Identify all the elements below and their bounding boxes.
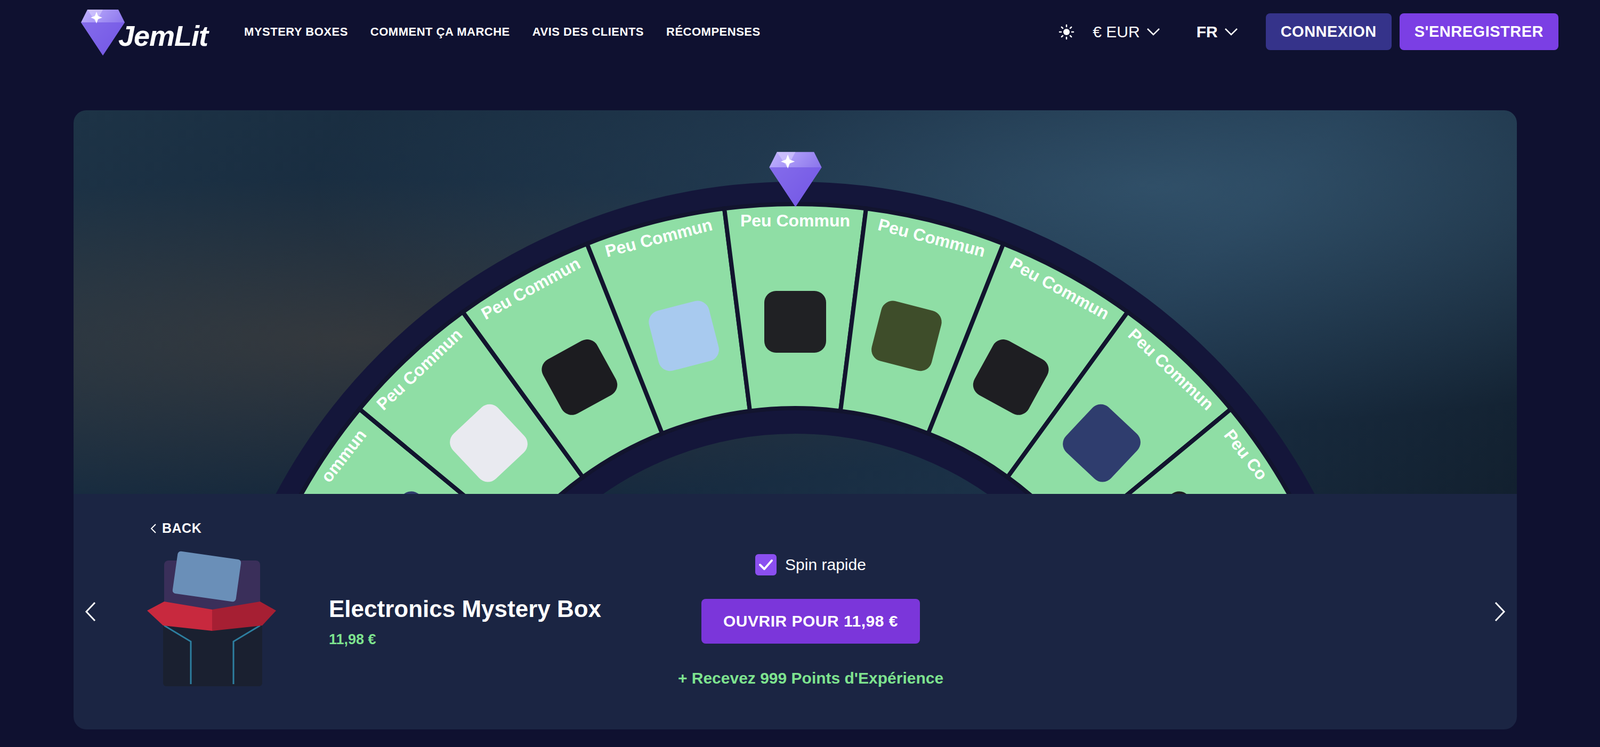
segment-label: Peu Commun <box>1124 324 1218 414</box>
fast-spin-label[interactable]: Spin rapide <box>785 555 867 575</box>
chevron-right-icon[interactable] <box>1493 601 1507 623</box>
logo[interactable]: JemLit <box>79 5 208 59</box>
back-link[interactable]: BACK <box>142 520 1494 537</box>
nav-right: € EUR FR CONNEXIONS'ENREGISTRER <box>1058 13 1559 51</box>
language-label[interactable]: FR <box>1196 22 1218 42</box>
product-image <box>537 335 622 420</box>
top-nav: JemLit MYSTERY BOXES COMMENT ÇA MARCHE AVIS… <box>0 0 1600 64</box>
wheel-segment: Peu Commun <box>586 208 750 434</box>
open-controls: Spin rapide OUVRIR POUR 11,98 € + Recevez … <box>661 554 960 688</box>
fast-spin-checkbox[interactable] <box>755 554 777 576</box>
segment-label: Peu Commun <box>478 253 584 324</box>
open-button[interactable]: OUVRIR POUR 11,98 € <box>701 599 920 644</box>
next-box[interactable] <box>1493 494 1507 730</box>
segment-label: Peu Commun <box>602 214 715 261</box>
register-button[interactable]: S'ENREGISTRER <box>1399 13 1559 51</box>
currency-select[interactable]: € EUR <box>1092 22 1160 42</box>
segment-label: ommun <box>317 425 371 487</box>
product-image <box>374 487 460 495</box>
fast-spin-option[interactable]: Spin rapide <box>755 554 867 576</box>
box-card: ommunPeu CommunPeu CommunPeu CommunPeu C… <box>73 110 1517 730</box>
nav-link[interactable]: AVIS DES CLIENTS <box>532 25 644 39</box>
back-label[interactable]: BACK <box>162 520 202 537</box>
segment-label: Peu Commun <box>372 324 466 414</box>
product-image <box>445 399 533 488</box>
box-info: Electronics Mystery Box 11,98 € <box>328 593 606 649</box>
product-image <box>868 298 944 374</box>
diamond-pointer-icon <box>768 148 823 210</box>
segment-label: Peu Commun <box>740 211 851 231</box>
chevron-down-icon[interactable] <box>1224 27 1239 37</box>
product-image <box>645 298 722 374</box>
product-image <box>1130 487 1216 495</box>
nav-links: MYSTERY BOXES COMMENT ÇA MARCHE AVIS DES C… <box>244 25 761 39</box>
segment-label: Peu Co <box>1219 425 1272 484</box>
segment-label: Peu Commun <box>876 214 988 261</box>
language-select[interactable]: FR <box>1196 22 1239 42</box>
sun-icon[interactable] <box>1058 23 1075 40</box>
mystery-box-image <box>142 551 281 691</box>
check-icon[interactable] <box>758 558 774 572</box>
chevron-down-icon[interactable] <box>1146 27 1161 37</box>
box-price: 11,98 € <box>328 631 606 649</box>
wheel-segment: Peu Co <box>1073 409 1307 495</box>
nav-link[interactable]: MYSTERY BOXES <box>244 25 349 39</box>
login-button[interactable]: CONNEXION <box>1265 13 1392 51</box>
logo-text[interactable]: JemLit <box>118 19 208 53</box>
segment-background <box>1073 409 1307 495</box>
box-row: Electronics Mystery Box 11,98 € Spin rapid… <box>142 551 1494 691</box>
panel-content: BACK Electronics Mystery Box 11,98 € Spin r… <box>97 494 1494 730</box>
xp-reward: + Recevez 999 Points d'Expérience <box>677 669 944 688</box>
segment-background <box>586 208 750 434</box>
product-image <box>764 291 827 353</box>
box-title: Electronics Mystery Box <box>328 593 606 625</box>
nav-link[interactable]: COMMENT ÇA MARCHE <box>370 25 511 39</box>
chevron-left-icon[interactable] <box>84 601 98 623</box>
product-image <box>968 335 1054 420</box>
wheel-banner: ommunPeu CommunPeu CommunPeu CommunPeu C… <box>73 110 1517 495</box>
chevron-left-icon[interactable] <box>150 523 157 535</box>
box-panel: BACK Electronics Mystery Box 11,98 € Spin r… <box>73 494 1517 730</box>
segment-label: Peu Commun <box>1006 253 1113 324</box>
nav-link[interactable]: RÉCOMPENSES <box>666 25 761 39</box>
prev-box[interactable] <box>84 494 98 730</box>
product-image <box>1057 399 1146 488</box>
currency-label[interactable]: € EUR <box>1092 22 1140 42</box>
